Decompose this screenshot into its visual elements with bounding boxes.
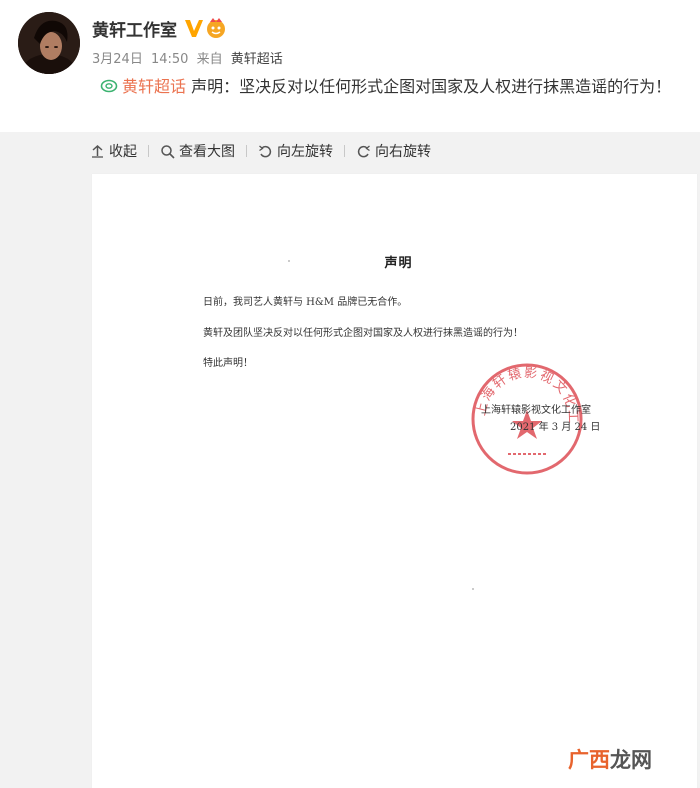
image-toolbar: 收起 查看大图 向左旋转 向右旋转 [90,140,431,162]
post-date[interactable]: 3月24日 [92,52,143,67]
statement-signature: 上海轩辕影视文化工作室 [481,405,591,416]
media-viewer: 收起 查看大图 向左旋转 向右旋转 声明 日前，我司艺人黄轩与 H&M 品牌已无… [0,132,700,788]
post-source[interactable]: 黄轩超话 [231,52,283,67]
topic-link[interactable]: 黄轩超话 [122,77,186,96]
post-header: 黄轩工作室 3月24日 14:50 来自 黄轩超话 黄轩超话 声明：坚决反对以任… [0,0,700,132]
statement-line-1: 日前，我司艺人黄轩与 H&M 品牌已无合作。 [203,297,408,308]
post-content: 黄轩超话 声明：坚决反对以任何形式企图对国家及人权进行抹黑造谣的行为！ [92,74,686,100]
watermark-part-1: 广西 [568,748,610,772]
statement-date: 2021 年 3 月 24 日 [510,422,601,433]
rotate-right-button[interactable]: 向右旋转 [356,141,431,161]
statement-line-3: 特此声明！ [203,358,253,369]
toolbar-divider [344,145,345,157]
scan-speck [472,588,474,590]
toolbar-divider [148,145,149,157]
toolbar-divider [246,145,247,157]
author-name[interactable]: 黄轩工作室 [92,16,177,41]
verified-v-icon [185,20,203,37]
post-text: 声明：坚决反对以任何形式企图对国家及人权进行抹黑造谣的行为！ [191,77,672,96]
watermark-part-2: 龙网 [610,748,652,772]
from-label: 来自 [196,52,223,67]
statement-image[interactable]: 声明 日前，我司艺人黄轩与 H&M 品牌已无合作。 黄轩及团队坚决反对以任何形式… [92,174,697,788]
avatar-image [18,12,80,74]
collapse-arrow-icon [92,144,103,158]
view-large-label: 查看大图 [179,144,235,160]
statement-line-2: 黄轩及团队坚决反对以任何形式企图对国家及人权进行抹黑造谣的行为！ [203,328,523,339]
statement-title: 声明 [384,256,413,271]
rotate-left-icon [259,145,272,157]
view-large-button[interactable]: 查看大图 [160,141,235,161]
rotate-left-button[interactable]: 向左旋转 [258,141,333,161]
avatar[interactable] [18,12,80,74]
collapse-label: 收起 [109,144,137,160]
rotate-right-label: 向右旋转 [375,144,431,160]
collapse-button[interactable]: 收起 [90,141,137,161]
rotate-right-icon [357,145,370,157]
rotate-left-label: 向左旋转 [277,144,333,160]
vip-badge-icon[interactable] [205,17,227,39]
post-meta: 3月24日 14:50 来自 黄轩超话 [92,48,287,67]
zoom-icon [161,144,175,159]
site-watermark: 广西 龙网 [568,744,652,774]
supertopic-icon [100,79,118,93]
post-time[interactable]: 14:50 [151,52,188,67]
